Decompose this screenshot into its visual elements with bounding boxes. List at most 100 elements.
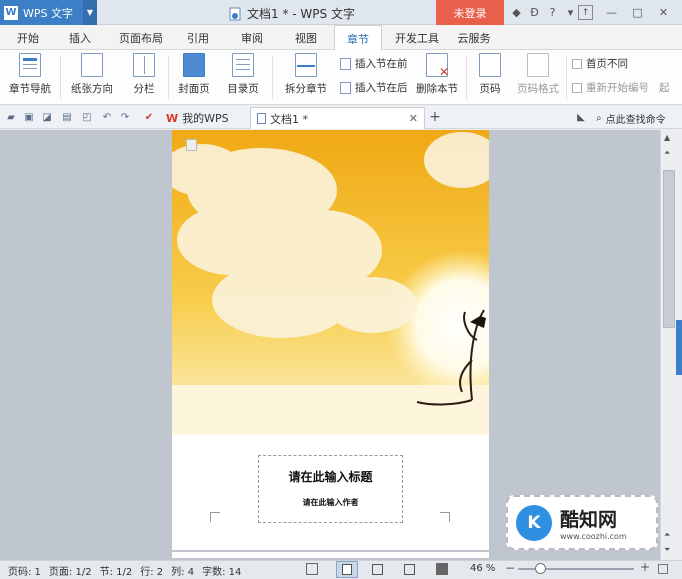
page-view-icon	[342, 564, 352, 575]
tools-icon[interactable]: ◣	[574, 110, 588, 124]
open-folder-icon[interactable]: ▰	[4, 110, 18, 124]
first-page-different-checkbox[interactable]: 首页不同	[572, 56, 628, 71]
customize-icon[interactable]: ✔	[142, 110, 156, 124]
export-pdf-icon[interactable]: ◪	[40, 110, 54, 124]
split-chapter-button[interactable]: 拆分章节	[278, 53, 334, 96]
page-number-format-icon	[527, 53, 549, 77]
columns-icon	[133, 53, 155, 77]
status-row: 行: 2	[140, 566, 164, 578]
page-number-format-button[interactable]: 页码格式	[510, 53, 566, 96]
toc-page-button[interactable]: 目录页	[220, 53, 266, 96]
delete-section-button[interactable]: ✕ 删除本节	[413, 53, 461, 96]
print-icon[interactable]: ▤	[60, 110, 74, 124]
skin-icon[interactable]: ◆	[509, 5, 524, 20]
tab-cloud[interactable]: 云服务	[450, 25, 498, 50]
settings-icon[interactable]: ▾	[563, 5, 578, 20]
wps-icon: W	[166, 111, 179, 125]
close-icon[interactable]: ✕	[656, 5, 671, 20]
tab-references[interactable]: 引用	[176, 25, 220, 50]
tab-my-wps[interactable]: W 我的WPS	[162, 108, 250, 128]
ribbon-divider	[168, 56, 169, 100]
search-command[interactable]: ⌕ 点此查找命令	[596, 111, 666, 126]
redo-icon[interactable]: ↷	[118, 110, 132, 124]
outline-view-icon[interactable]	[372, 564, 383, 575]
insert-section-before-button[interactable]: 插入节在前	[340, 56, 408, 71]
close-tab-icon[interactable]: ✕	[409, 112, 418, 125]
delete-section-icon: ✕	[426, 53, 449, 79]
window-title-text: 文档1 * - WPS 文字	[247, 7, 355, 21]
status-page-code: 页码: 1	[8, 566, 41, 578]
tab-home[interactable]: 开始	[6, 25, 50, 50]
chapter-nav-button[interactable]: 章节导航	[6, 53, 54, 96]
fit-page-icon[interactable]	[658, 564, 668, 574]
share-icon[interactable]: Ð	[527, 5, 542, 20]
restart-numbering-checkbox[interactable]: 重新开始编号	[572, 80, 649, 95]
chapter-nav-icon	[19, 53, 41, 77]
status-section: 节: 1/2	[99, 566, 133, 578]
split-chapter-icon	[295, 53, 317, 77]
watermark-brand: 酷知网	[560, 508, 618, 531]
scroll-up-icon[interactable]: ▲	[664, 133, 670, 142]
tab-document-1[interactable]: 文档1 * ✕	[250, 107, 425, 129]
checkbox-icon	[572, 58, 582, 69]
watermark: K 酷知网 www.coozhi.com	[506, 495, 658, 550]
next-page-icon[interactable]: ⏷	[664, 545, 670, 555]
cover-page-icon	[183, 53, 205, 77]
cover-author[interactable]: 请在此输入作者	[259, 497, 402, 508]
paper-orientation-button[interactable]: 纸张方向	[65, 53, 119, 96]
tab-insert[interactable]: 插入	[58, 25, 102, 50]
insert-section-after-button[interactable]: 插入节在后	[340, 80, 408, 95]
paper-orientation-icon	[81, 53, 103, 77]
status-column: 列: 4	[171, 566, 195, 578]
print-preview-icon[interactable]: ◰	[80, 110, 94, 124]
login-button[interactable]: 未登录	[436, 0, 504, 25]
zoom-level[interactable]: 46 %	[470, 563, 495, 574]
ribbon-divider	[466, 56, 467, 100]
cover-page-button[interactable]: 封面页	[172, 53, 216, 96]
undo-icon[interactable]: ↶	[100, 110, 114, 124]
scroll-top-icon[interactable]: ⏶	[664, 148, 670, 158]
prev-page-icon[interactable]: ⏶	[664, 530, 670, 540]
document-page[interactable]: 请在此输入标题 请在此输入作者	[172, 130, 489, 550]
side-panel-tab[interactable]	[676, 320, 682, 375]
tab-chapter[interactable]: 章节	[334, 25, 382, 51]
zoom-out-icon[interactable]: −	[505, 561, 515, 575]
web-view-icon[interactable]	[404, 564, 415, 575]
start-label: 起	[659, 82, 670, 94]
minimize-icon[interactable]: —	[604, 5, 619, 20]
page-header-icon	[186, 139, 197, 151]
ribbon-divider	[272, 56, 273, 100]
new-tab-icon[interactable]: +	[428, 109, 442, 125]
insert-after-icon	[340, 81, 351, 94]
toc-page-icon	[232, 53, 254, 77]
page-number-button[interactable]: 页码	[472, 53, 508, 96]
status-word-count: 字数: 14	[202, 566, 242, 578]
cover-text-box[interactable]: 请在此输入标题 请在此输入作者	[258, 455, 403, 523]
reading-mode-icon[interactable]	[436, 563, 448, 575]
margin-mark	[440, 512, 450, 522]
app-menu-button[interactable]: W WPS 文字 ▼	[0, 0, 97, 25]
search-icon: ⌕	[596, 113, 602, 124]
restore-icon[interactable]: ↑	[578, 5, 593, 20]
watermark-url: www.coozhi.com	[560, 531, 627, 541]
next-page-edge	[172, 552, 489, 558]
scrollbar-thumb[interactable]	[663, 170, 675, 328]
ribbon-divider	[566, 56, 567, 100]
save-icon[interactable]: ▣	[22, 110, 36, 124]
cover-title[interactable]: 请在此输入标题	[259, 468, 402, 485]
page-number-icon	[479, 53, 501, 77]
maximize-icon[interactable]: □	[630, 5, 645, 20]
coozhi-logo-icon: K	[516, 504, 552, 541]
tab-review[interactable]: 审阅	[230, 25, 274, 50]
zoom-slider-thumb[interactable]	[534, 563, 546, 574]
full-screen-icon[interactable]	[306, 563, 318, 575]
chevron-down-icon[interactable]: ▼	[83, 0, 97, 25]
tab-developer[interactable]: 开发工具	[388, 25, 446, 50]
tab-page-layout[interactable]: 页面布局	[112, 25, 170, 50]
help-icon[interactable]: ?	[545, 5, 560, 20]
document-icon	[229, 7, 241, 20]
tab-view[interactable]: 视图	[284, 25, 328, 50]
zoom-in-icon[interactable]: +	[640, 560, 650, 574]
columns-button[interactable]: 分栏	[122, 53, 166, 96]
app-name: WPS 文字	[23, 6, 73, 20]
